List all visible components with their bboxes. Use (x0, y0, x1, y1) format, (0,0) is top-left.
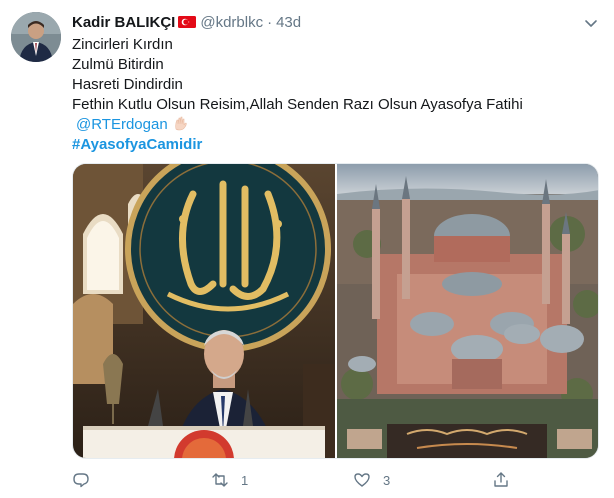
hashtag-link[interactable]: #AyasofyaCamidir (72, 135, 597, 155)
tweet-line: Fethin Kutlu Olsun Reisim,Allah Senden R… (72, 96, 523, 113)
tweet-header: Kadir BALIKÇI @kdrblkc · 43d (72, 12, 301, 32)
share-button[interactable] (492, 471, 522, 489)
tweet-line: Zulmü Bitirdin (72, 56, 164, 73)
reply-icon (72, 471, 90, 489)
mention-link[interactable]: @RTErdogan (76, 116, 168, 133)
user-name[interactable]: Kadir BALIKÇI (72, 14, 175, 31)
retweet-icon (211, 471, 229, 489)
separator-dot: · (267, 13, 273, 31)
retweet-count: 1 (241, 472, 249, 488)
photo-speaker-under-calligraphy[interactable] (73, 164, 335, 458)
raised-hands-icon (173, 115, 189, 131)
chevron-down-icon[interactable] (582, 14, 600, 32)
tweet-actions: 1 3 (72, 468, 532, 492)
turkey-flag-icon (178, 16, 197, 28)
reply-button[interactable] (72, 471, 102, 489)
photo-hagia-sophia-aerial[interactable] (336, 164, 598, 458)
tweet-line: Hasreti Dindirdin (72, 76, 183, 93)
avatar[interactable] (11, 12, 61, 62)
share-icon (492, 471, 510, 489)
media-grid (72, 163, 599, 459)
tweet-line: Zincirleri Kırdın (72, 36, 173, 53)
retweet-button[interactable]: 1 (211, 471, 248, 489)
tweet-timestamp[interactable]: 43d (276, 14, 301, 31)
tweet: Kadir BALIKÇI @kdrblkc · 43d Zincirleri … (0, 0, 614, 498)
like-count: 3 (383, 472, 391, 488)
like-button[interactable]: 3 (353, 471, 390, 489)
heart-icon (353, 471, 371, 489)
mention-line: @RTErdogan (72, 115, 597, 135)
tweet-text: Zincirleri Kırdın Zulmü Bitirdin Hasreti… (72, 35, 597, 155)
user-handle[interactable]: @kdrblkc (200, 14, 263, 31)
